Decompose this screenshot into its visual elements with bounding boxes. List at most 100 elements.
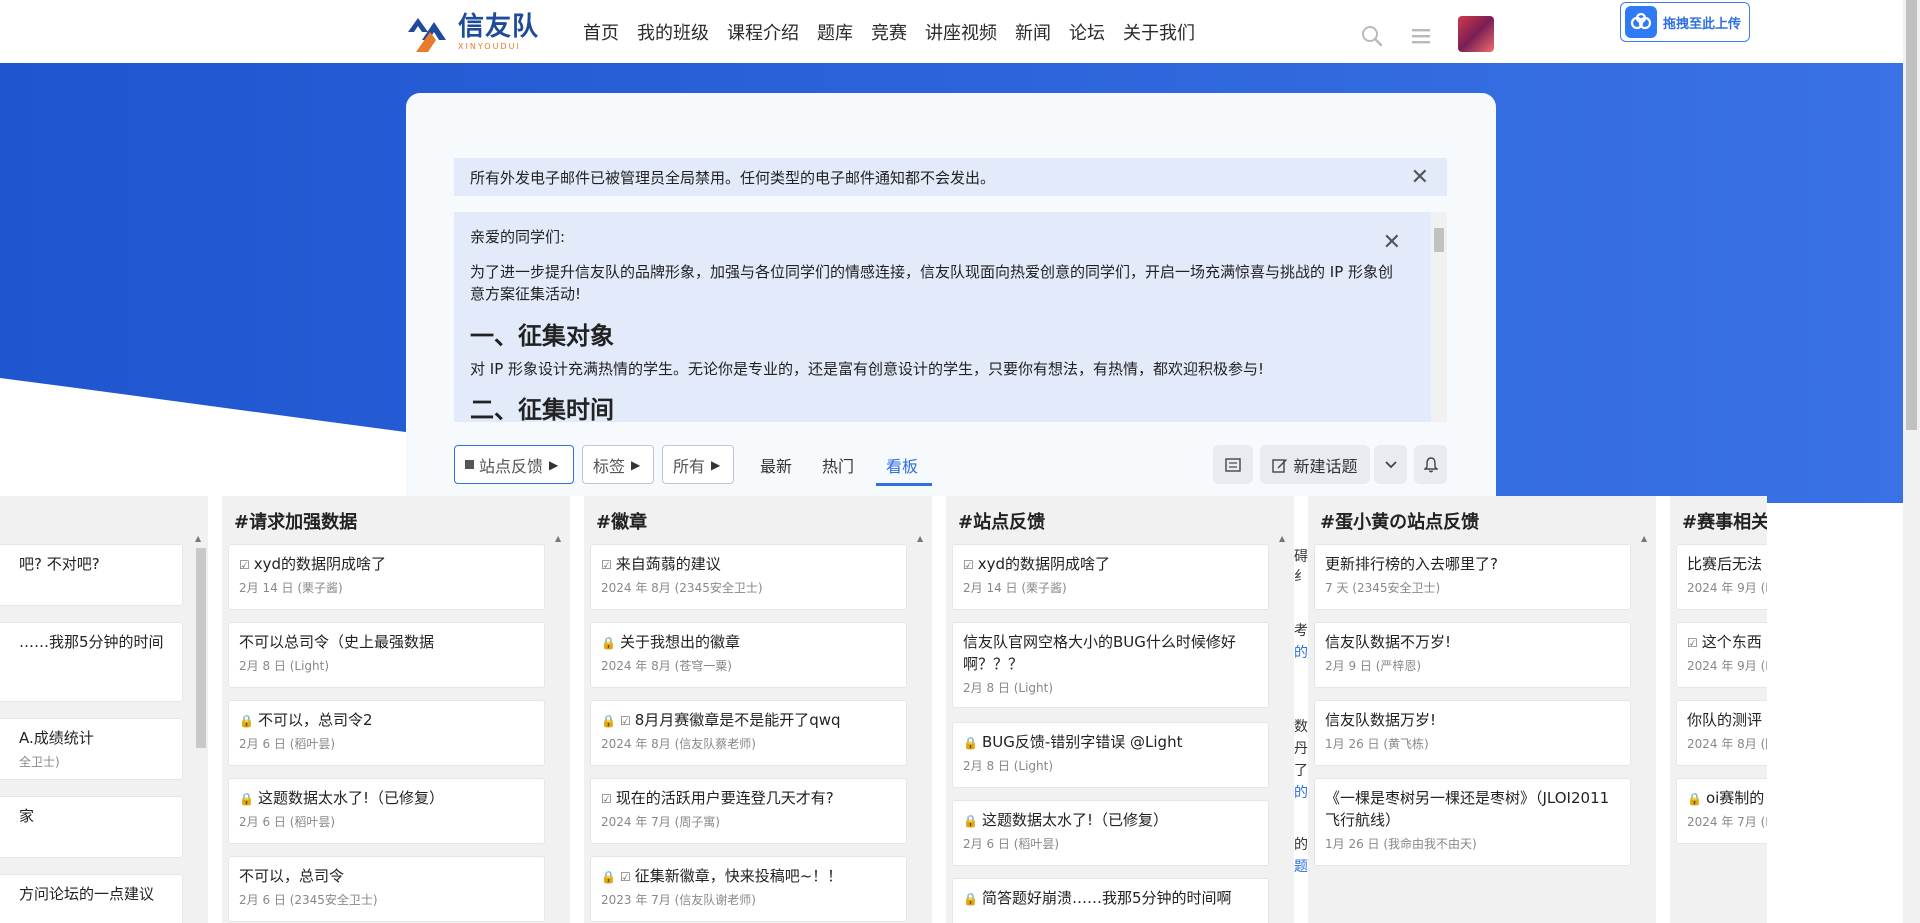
board-column-badges: #徽章 ▲ ☑ 来自蒟蒻的建议 2024 年 8月 (2345安全卫士) 🔒 关于我…	[584, 496, 932, 923]
main-card: 所有外发电子邮件已被管理员全局禁用。任何类型的电子邮件通知都不会发出。 ✕ 亲爱…	[406, 93, 1496, 513]
list-item[interactable]: ☑ 现在的活跃用户要连登几天才有? 2024 年 7月 (周子寓)	[590, 778, 907, 844]
list-item[interactable]: 🔒 简答题好崩溃……我那5分钟的时间啊	[952, 878, 1269, 923]
tab-indicator	[876, 483, 932, 486]
list-item[interactable]: 🔒 ☑ 征集新徽章，快来投稿吧~！！ 2023 年 7月 (信友队谢老师)	[590, 856, 907, 922]
nav-problems[interactable]: 题库	[817, 19, 853, 45]
menu-icon[interactable]	[1410, 25, 1432, 47]
avatar[interactable]	[1458, 16, 1494, 52]
lock-icon: 🔒	[239, 792, 254, 806]
list-item[interactable]: ☑ xyd的数据阴成啥了 2月 14 日 (栗子酱)	[228, 544, 545, 610]
scrollbar-thumb[interactable]	[1906, 0, 1917, 430]
caret-up-icon: ▲	[555, 534, 562, 543]
caret-right-icon: ▶	[711, 457, 721, 472]
nav-courses[interactable]: 课程介绍	[727, 19, 799, 45]
checkbox-icon: ☑	[601, 792, 612, 806]
board-column-request-data: #请求加强数据 ▲ ☑ xyd的数据阴成啥了 2月 14 日 (栗子酱) 不可以总…	[222, 496, 570, 923]
lock-icon: 🔒	[601, 714, 616, 728]
column-title: #赛事相关	[1682, 512, 1767, 533]
board-column: ▲ 吧? 不对吧? ……我那5分钟的时间 A.成绩统计 全卫士) 家 方问论坛的…	[0, 496, 208, 923]
list-item[interactable]: 🔒 这题数据太水了!（已修复） 2月 6 日 (稻叶昙)	[228, 778, 545, 844]
list-item[interactable]: 《一棵是枣树另一棵还是枣树》（JLOI2011飞行航线） 1月 26 日 (我命…	[1314, 778, 1631, 866]
list-item[interactable]: 更新排行榜的入去哪里了? 7 天 (2345安全卫士)	[1314, 544, 1631, 610]
board-column-contests: #赛事相关 比赛后无法 2024 年 9月 (L ☑ 这个东西 2024 年 9月…	[1670, 496, 1767, 923]
list-item[interactable]: 不可以总司令（史上最强数据 2月 8 日 (Light)	[228, 622, 545, 688]
scrollbar-thumb[interactable]	[1434, 228, 1444, 252]
checkbox-icon: ☑	[963, 558, 974, 572]
close-icon[interactable]: ✕	[1411, 167, 1429, 189]
all-dropdown[interactable]: 所有 ▶	[662, 445, 734, 484]
list-item[interactable]: 信友队官网空格大小的BUG什么时候修好啊？？？ 2月 8 日 (Light)	[952, 622, 1269, 708]
board-column-site-feedback: #站点反馈 ▲ ☑ xyd的数据阴成啥了 2月 14 日 (栗子酱) 信友队官网空…	[946, 496, 1294, 923]
logo-title: 信友队	[458, 11, 540, 42]
list-item[interactable]: 🔒 关于我想出的徽章 2024 年 8月 (苍穹一粟)	[590, 622, 907, 688]
list-item[interactable]: ☑ xyd的数据阴成啥了 2月 14 日 (栗子酱)	[952, 544, 1269, 610]
announcement-scrollbar[interactable]	[1431, 212, 1447, 422]
checkbox-icon: ☑	[619, 870, 631, 884]
cloud-upload-icon	[1625, 6, 1657, 38]
list-item[interactable]: 不可以，总司令 2月 6 日 (2345安全卫士)	[228, 856, 545, 922]
announcement-heading-1: 一、征集对象	[470, 321, 614, 350]
tab-hot[interactable]: 热门	[822, 453, 854, 477]
nav-home[interactable]: 首页	[583, 19, 619, 45]
list-item[interactable]: 信友队数据万岁! 1月 26 日 (黄飞栋)	[1314, 700, 1631, 766]
search-icon[interactable]	[1360, 24, 1384, 48]
lock-icon: 🔒	[963, 814, 978, 828]
lock-icon: 🔒	[963, 736, 978, 750]
new-topic-button[interactable]: 新建话题	[1260, 445, 1370, 484]
list-item[interactable]: ☑ 来自蒟蒻的建议 2024 年 8月 (2345安全卫士)	[590, 544, 907, 610]
caret-up-icon: ▲	[1641, 534, 1648, 543]
all-label: 所有	[673, 456, 706, 476]
list-item[interactable]: 比赛后无法 2024 年 9月 (L	[1676, 544, 1767, 610]
list-item[interactable]: 🔒 BUG反馈-错别字错误 @Light 2月 8 日 (Light)	[952, 722, 1269, 788]
nav-forum[interactable]: 论坛	[1069, 19, 1105, 45]
main-nav: 首页 我的班级 课程介绍 题库 竞赛 讲座视频 新闻 论坛 关于我们	[583, 19, 1213, 45]
announcement-greeting: 亲爱的同学们:	[470, 228, 566, 246]
column-scrollbar[interactable]	[196, 548, 206, 748]
tags-dropdown[interactable]: 标签 ▶	[582, 445, 654, 484]
lock-icon: 🔒	[601, 636, 616, 650]
nav-lectures[interactable]: 讲座视频	[925, 19, 997, 45]
nav-my-class[interactable]: 我的班级	[637, 19, 709, 45]
site-logo[interactable]: 信友队 XINYOUDUI	[406, 10, 539, 54]
new-topic-options-button[interactable]	[1374, 445, 1407, 484]
list-item[interactable]: 吧? 不对吧?	[0, 544, 183, 606]
lock-icon: 🔒	[1687, 792, 1702, 806]
topic-toolbar: 站点反馈 ▶ 标签 ▶ 所有 ▶ 最新 热门 看板 新建话题	[454, 445, 1447, 486]
announcement-banner: 亲爱的同学们: 为了进一步提升信友队的品牌形象，加强与各位同学们的情感连接，信友…	[454, 212, 1447, 422]
nav-about[interactable]: 关于我们	[1123, 19, 1195, 45]
logo-mark-icon	[408, 18, 446, 52]
column-title: #蛋小黄の站点反馈	[1320, 512, 1480, 533]
edit-icon	[1272, 458, 1288, 473]
nav-contests[interactable]: 竞赛	[871, 19, 907, 45]
list-item[interactable]: 家	[0, 796, 183, 858]
notifications-button[interactable]	[1414, 445, 1447, 484]
tab-latest[interactable]: 最新	[760, 453, 792, 477]
list-item[interactable]: 信友队数据不万岁! 2月 9 日 (严梓恩)	[1314, 622, 1631, 688]
lock-icon: 🔒	[239, 714, 254, 728]
category-color-icon	[465, 460, 474, 469]
list-item[interactable]: 方问论坛的一点建议	[0, 874, 183, 923]
list-item[interactable]: ☑ 这个东西 2024 年 9月 (L	[1676, 622, 1767, 688]
lock-icon: 🔒	[963, 892, 978, 906]
upload-button[interactable]: 拖拽至此上传	[1620, 2, 1750, 42]
list-item[interactable]: 🔒 这题数据太水了!（已修复） 2月 6 日 (稻叶昙)	[952, 800, 1269, 866]
checkbox-icon: ☑	[601, 558, 612, 572]
chevron-down-icon	[1384, 460, 1397, 468]
lock-icon: 🔒	[601, 870, 616, 884]
page-scrollbar[interactable]	[1903, 0, 1920, 923]
list-item[interactable]: ……我那5分钟的时间	[0, 622, 183, 702]
list-item[interactable]: 🔒 oi赛制的 2024 年 7月 (L	[1676, 778, 1767, 844]
list-item[interactable]: 🔒 不可以，总司令2 2月 6 日 (稻叶昙)	[228, 700, 545, 766]
caret-right-icon: ▶	[631, 457, 641, 472]
close-icon[interactable]: ✕	[1383, 230, 1401, 255]
list-item[interactable]: A.成绩统计 全卫士)	[0, 718, 183, 780]
logo-subtitle: XINYOUDUI	[458, 41, 521, 51]
list-item[interactable]: 你队的测评 2024 年 8月 (陈	[1676, 700, 1767, 766]
board-column-yolk-feedback: #蛋小黄の站点反馈 ▲ 更新排行榜的入去哪里了? 7 天 (2345安全卫士) …	[1308, 496, 1656, 923]
tab-board[interactable]: 看板	[886, 453, 918, 477]
nav-news[interactable]: 新闻	[1015, 19, 1051, 45]
bulk-select-button[interactable]	[1213, 445, 1253, 484]
category-dropdown[interactable]: 站点反馈 ▶	[454, 445, 574, 484]
list-item[interactable]: 🔒 ☑ 8月月赛徽章是不是能开了qwq 2024 年 8月 (信友队蔡老师)	[590, 700, 907, 766]
email-disabled-alert: 所有外发电子邮件已被管理员全局禁用。任何类型的电子邮件通知都不会发出。 ✕	[454, 158, 1447, 196]
